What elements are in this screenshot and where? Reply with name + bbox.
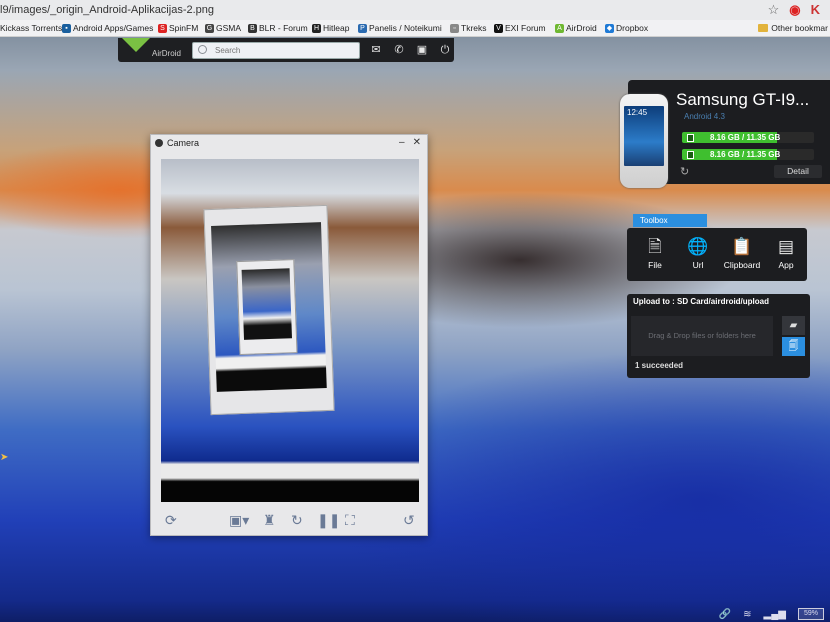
globe-icon: 🌐 — [687, 237, 709, 256]
contacts-icon[interactable]: ▣ — [416, 43, 428, 57]
fullscreen-icon[interactable]: ⛶ — [345, 511, 355, 529]
bookmark-hitleap[interactable]: H Hitleap — [312, 20, 349, 36]
bookmark-icon: S — [158, 23, 167, 33]
device-name: Samsung GT-I9... — [676, 90, 810, 109]
capture-icon[interactable]: ▣▾ — [229, 511, 249, 529]
bookmark-icon: ◆ — [605, 23, 614, 33]
upload-folder-button[interactable]: ▰ — [782, 316, 805, 335]
folder-icon — [758, 24, 769, 32]
drop-zone[interactable]: Drag & Drop files or folders here — [631, 316, 773, 356]
phone-clock: 12:45 — [627, 108, 648, 117]
system-tray: 🔗 ≋ ▂▄▆ 59% — [719, 606, 830, 622]
bookmark-airdroid[interactable]: A AirDroid — [555, 20, 597, 36]
extension-icon[interactable]: K — [811, 2, 820, 18]
camera-icon — [155, 139, 163, 147]
wifi-icon[interactable]: ≋ — [743, 609, 751, 620]
upload-status: 1 succeeded — [635, 361, 684, 370]
android-version: Android 4.3 — [684, 112, 725, 121]
toolbox-panel: 🗎 File 🌐 Url 📋 Clipboard ▤ App — [627, 228, 807, 281]
storage-bar-internal: 8.16 GB / 11.35 GB — [682, 132, 814, 143]
bookmark-icon: B — [248, 23, 257, 33]
file-icon: 🗎 — [648, 237, 662, 256]
pause-icon[interactable]: ❚❚ — [317, 511, 340, 529]
storage-bar-sd: 8.16 GB / 11.35 GB — [682, 149, 814, 160]
bookmark-icon: ▫ — [450, 23, 459, 33]
camera-toolbar: ⟳ ▣▾ ♜ ↻ ❚❚ ⛶ ↺ — [151, 507, 427, 533]
clipboard-icon: 📋 — [731, 237, 753, 256]
reset-icon[interactable]: ↺ — [403, 511, 415, 529]
message-icon[interactable]: ✉ — [370, 43, 382, 57]
window-controls: – ✕ — [399, 137, 421, 148]
tool-app[interactable]: ▤ App — [766, 234, 806, 270]
bookmark-blr-forum[interactable]: B BLR - Forum — [248, 20, 308, 36]
bookmark-dropbox[interactable]: ◆ Dropbox — [605, 20, 648, 36]
bookmark-icon: A — [555, 23, 564, 33]
detail-button[interactable]: Detail — [774, 165, 822, 178]
camera-preview — [161, 159, 419, 502]
rotate-icon[interactable]: ↻ — [291, 511, 303, 529]
preview-reflection — [203, 204, 335, 416]
upload-title: Upload to : SD Card/airdroid/upload — [633, 297, 769, 306]
search-icon — [198, 45, 207, 54]
bookmark-icon: ▪ — [62, 23, 71, 33]
bookmark-tkreks[interactable]: ▫ Tkreks — [450, 20, 487, 36]
bookmark-icon: V — [494, 23, 503, 33]
toolbox-label: Toolbox — [633, 214, 707, 227]
upload-panel: Upload to : SD Card/airdroid/upload Drag… — [627, 294, 810, 378]
bookmark-android-apps[interactable]: ▪ Android Apps/Games — [62, 20, 153, 36]
search-input[interactable] — [215, 44, 355, 56]
star-icon[interactable]: ☆ — [768, 2, 780, 18]
tool-clipboard[interactable]: 📋 Clipboard — [722, 234, 762, 270]
airdroid-logo: AirDroid — [120, 38, 181, 62]
bookmark-icon: H — [312, 23, 321, 33]
bookmark-spinfm[interactable]: S SpinFM — [158, 20, 198, 36]
tool-file[interactable]: 🗎 File — [635, 234, 675, 270]
top-bar-actions: ✉ ✆ ▣ ⏻ — [370, 43, 451, 57]
app-icon: ▤ — [777, 237, 795, 256]
link-icon[interactable]: 🔗 — [719, 609, 731, 620]
phone-image: 12:45 — [620, 94, 668, 188]
battery-indicator: 59% — [798, 608, 824, 620]
url-text[interactable]: l9/images/_origin_Android-Aplikacijas-2.… — [0, 0, 214, 20]
storage-icon — [687, 134, 694, 142]
search-box[interactable] — [192, 42, 360, 59]
device-panel: 12:45 Samsung GT-I9... Android 4.3 8.16 … — [620, 80, 830, 188]
power-icon[interactable]: ⏻ — [439, 43, 451, 57]
airdroid-logo-icon — [122, 38, 150, 52]
bookmark-exi-forum[interactable]: V EXI Forum — [494, 20, 546, 36]
signal-icon[interactable]: ▂▄▆ — [764, 609, 786, 620]
tool-url[interactable]: 🌐 Url — [678, 234, 718, 270]
switch-camera-icon[interactable]: ⟳ — [165, 511, 177, 529]
bookmark-kickass[interactable]: Kickass Torrents — [0, 20, 62, 36]
flash-icon[interactable]: ♜ — [263, 511, 276, 529]
bookmark-gsma[interactable]: G GSMA — [205, 20, 241, 36]
browser-address-bar[interactable]: l9/images/_origin_Android-Aplikacijas-2.… — [0, 0, 830, 21]
refresh-icon[interactable]: ↻ — [680, 165, 689, 178]
close-icon[interactable]: ✕ — [413, 137, 421, 148]
browser-buttons: ☆ ◉ K — [768, 2, 820, 18]
minimize-icon[interactable]: – — [399, 137, 405, 148]
bookmark-panelis[interactable]: P Panelis / Noteikumi — [358, 20, 442, 36]
bookmark-icon: P — [358, 23, 367, 33]
airdroid-top-bar: AirDroid ✉ ✆ ▣ ⏻ — [118, 38, 454, 62]
phone-screen: 12:45 — [624, 106, 664, 166]
cursor-icon: ➤ — [0, 452, 9, 463]
camera-window: Camera – ✕ ⟳ ▣▾ ♜ ↻ ❚❚ ⛶ ↺ — [150, 134, 428, 536]
other-bookmarks[interactable]: Other bookmar — [758, 20, 828, 36]
phone-icon[interactable]: ✆ — [393, 43, 405, 57]
upload-file-button[interactable]: 🗐 — [782, 337, 805, 356]
bookmark-icon: G — [205, 23, 214, 33]
sd-card-icon — [687, 151, 694, 159]
bookmarks-bar: Kickass Torrents ▪ Android Apps/Games S Sp… — [0, 20, 830, 37]
opera-icon[interactable]: ◉ — [789, 2, 800, 18]
camera-title: Camera — [155, 138, 199, 148]
